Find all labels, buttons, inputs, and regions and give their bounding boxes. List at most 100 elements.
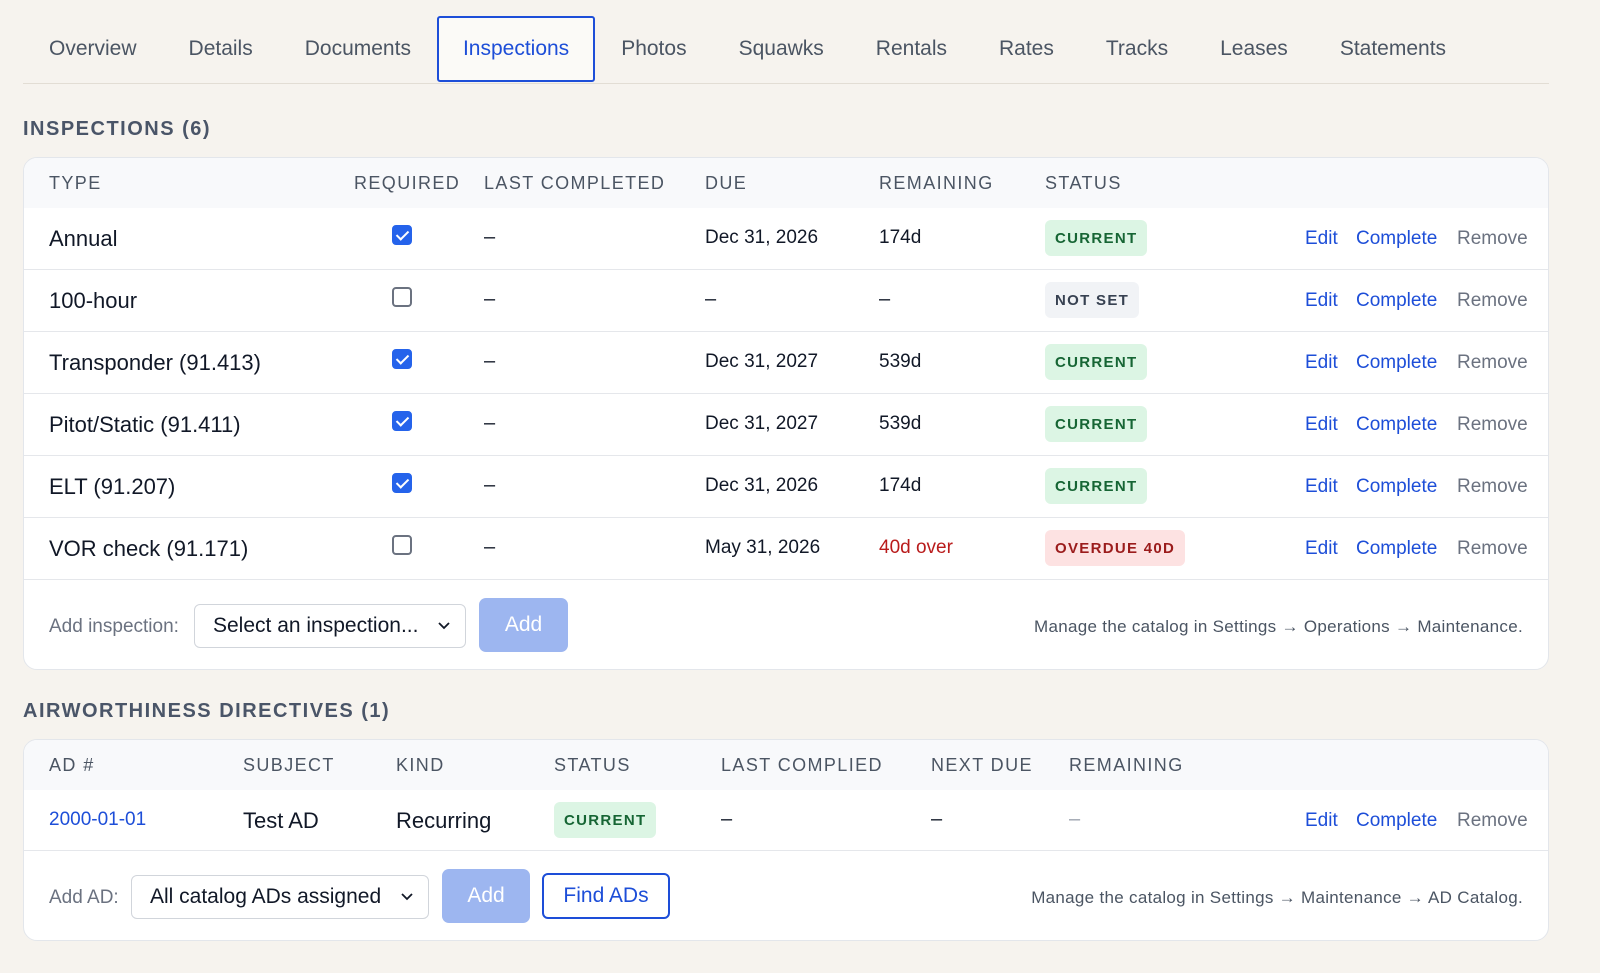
inspection-type: Pitot/Static (91.411) xyxy=(49,412,241,437)
chevron-down-icon xyxy=(438,622,450,630)
complete-link[interactable]: Complete xyxy=(1356,538,1437,560)
ads-section-title: AIRWORTHINESS DIRECTIVES (1) xyxy=(23,700,391,722)
remove-link[interactable]: Remove xyxy=(1457,538,1528,560)
ad-complete-link[interactable]: Complete xyxy=(1356,810,1437,832)
inspections-card: TYPE REQUIRED LAST COMPLETED DUE REMAINI… xyxy=(23,157,1549,670)
complete-link[interactable]: Complete xyxy=(1356,414,1437,436)
add-inspection-label: Add inspection: xyxy=(49,616,179,637)
col-subject: SUBJECT xyxy=(243,755,335,775)
ad-remaining: – xyxy=(1069,808,1081,830)
ad-kind: Recurring xyxy=(396,808,492,833)
remove-link[interactable]: Remove xyxy=(1457,352,1528,374)
inspection-select-value: Select an inspection... xyxy=(213,614,419,637)
ad-number-link[interactable]: 2000-01-01 xyxy=(49,809,146,831)
due-date: Dec 31, 2026 xyxy=(705,475,819,496)
edit-link[interactable]: Edit xyxy=(1305,476,1338,498)
status-badge: CURRENT xyxy=(1045,406,1148,442)
add-ad-bar: Add AD: All catalog ADs assigned Add Fin… xyxy=(24,851,1548,940)
edit-link[interactable]: Edit xyxy=(1305,228,1338,250)
col-ad-number: AD # xyxy=(49,755,95,775)
tab-rates[interactable]: Rates xyxy=(973,16,1080,82)
tab-bar: Overview Details Documents Inspections P… xyxy=(23,16,1549,84)
required-checkbox[interactable] xyxy=(392,225,412,245)
edit-link[interactable]: Edit xyxy=(1305,414,1338,436)
col-ad-status: STATUS xyxy=(554,755,631,775)
required-checkbox[interactable] xyxy=(392,473,412,493)
ad-subject: Test AD xyxy=(243,808,319,833)
required-checkbox[interactable] xyxy=(392,535,412,555)
inspection-type: Transponder (91.413) xyxy=(49,350,261,375)
ad-row: 2000-01-01 Test AD Recurring CURRENT – –… xyxy=(24,790,1548,851)
status-badge: CURRENT xyxy=(1045,220,1148,256)
tab-statements[interactable]: Statements xyxy=(1314,16,1472,82)
complete-link[interactable]: Complete xyxy=(1356,352,1437,374)
inspection-row: ELT (91.207) – Dec 31, 2026 174d CURRENT Edit… xyxy=(24,456,1548,518)
col-kind: KIND xyxy=(396,755,445,775)
edit-link[interactable]: Edit xyxy=(1305,538,1338,560)
required-checkbox[interactable] xyxy=(392,411,412,431)
col-type: TYPE xyxy=(49,173,102,193)
last-completed: – xyxy=(484,474,496,496)
remaining: 174d xyxy=(879,227,922,248)
ad-select-value: All catalog ADs assigned xyxy=(150,885,382,908)
due-date: – xyxy=(705,288,717,310)
complete-link[interactable]: Complete xyxy=(1356,228,1437,250)
required-checkbox[interactable] xyxy=(392,349,412,369)
tab-photos[interactable]: Photos xyxy=(595,16,712,82)
remove-link[interactable]: Remove xyxy=(1457,228,1528,250)
add-inspection-bar: Add inspection: Select an inspection... … xyxy=(24,580,1548,669)
remaining: 539d xyxy=(879,351,922,372)
last-completed: – xyxy=(484,288,496,310)
inspection-select[interactable]: Select an inspection... xyxy=(194,604,466,648)
tab-documents[interactable]: Documents xyxy=(279,16,437,82)
ad-last-complied: – xyxy=(721,808,733,830)
col-required: REQUIRED xyxy=(354,173,461,193)
remove-link[interactable]: Remove xyxy=(1457,414,1528,436)
tab-inspections[interactable]: Inspections xyxy=(436,16,596,82)
inspection-row: Transponder (91.413) – Dec 31, 2027 539d CUR… xyxy=(24,332,1548,394)
due-date: Dec 31, 2027 xyxy=(705,351,819,372)
remove-link[interactable]: Remove xyxy=(1457,290,1528,312)
ad-edit-link[interactable]: Edit xyxy=(1305,810,1338,832)
last-completed: – xyxy=(484,536,496,558)
remaining: 40d over xyxy=(879,537,953,558)
col-last-complied: LAST COMPLIED xyxy=(721,755,883,775)
inspections-section-title: INSPECTIONS (6) xyxy=(23,118,212,140)
status-badge: NOT SET xyxy=(1045,282,1140,318)
tab-leases[interactable]: Leases xyxy=(1194,16,1314,82)
complete-link[interactable]: Complete xyxy=(1356,476,1437,498)
inspection-type: 100-hour xyxy=(49,288,138,313)
inspection-row: Pitot/Static (91.411) – Dec 31, 2027 539d CU… xyxy=(24,394,1548,456)
edit-link[interactable]: Edit xyxy=(1305,290,1338,312)
required-checkbox[interactable] xyxy=(392,287,412,307)
inspections-table-header: TYPE REQUIRED LAST COMPLETED DUE REMAINI… xyxy=(24,158,1548,208)
add-ad-button[interactable]: Add xyxy=(442,869,530,923)
status-badge: CURRENT xyxy=(1045,344,1148,380)
col-next-due: NEXT DUE xyxy=(931,755,1033,775)
tab-overview[interactable]: Overview xyxy=(23,16,163,82)
add-inspection-button[interactable]: Add xyxy=(479,598,568,652)
col-ad-remaining: REMAINING xyxy=(1069,755,1184,775)
remaining: – xyxy=(879,288,891,310)
edit-link[interactable]: Edit xyxy=(1305,352,1338,374)
inspections-catalog-note: Manage the catalog in Settings → Operati… xyxy=(1034,617,1523,636)
tab-squawks[interactable]: Squawks xyxy=(713,16,850,82)
last-completed: – xyxy=(484,350,496,372)
inspections-table-body: Annual – Dec 31, 2026 174d CURRENT Edit Comple… xyxy=(24,208,1548,580)
find-ads-button[interactable]: Find ADs xyxy=(542,873,670,919)
complete-link[interactable]: Complete xyxy=(1356,290,1437,312)
col-status: STATUS xyxy=(1045,173,1122,193)
tab-rentals[interactable]: Rentals xyxy=(850,16,973,82)
due-date: Dec 31, 2027 xyxy=(705,413,819,434)
inspection-type: VOR check (91.171) xyxy=(49,536,249,561)
tab-details[interactable]: Details xyxy=(163,16,279,82)
last-completed: – xyxy=(484,412,496,434)
inspection-row: VOR check (91.171) – May 31, 2026 40d over O… xyxy=(24,518,1548,580)
remove-link[interactable]: Remove xyxy=(1457,476,1528,498)
ad-remove-link[interactable]: Remove xyxy=(1457,810,1528,832)
tab-tracks[interactable]: Tracks xyxy=(1080,16,1194,82)
ad-status-badge: CURRENT xyxy=(554,802,657,838)
ads-table-header: AD # SUBJECT KIND STATUS LAST COMPLIED N… xyxy=(24,740,1548,790)
status-badge: CURRENT xyxy=(1045,468,1148,504)
ad-select[interactable]: All catalog ADs assigned xyxy=(131,875,429,919)
